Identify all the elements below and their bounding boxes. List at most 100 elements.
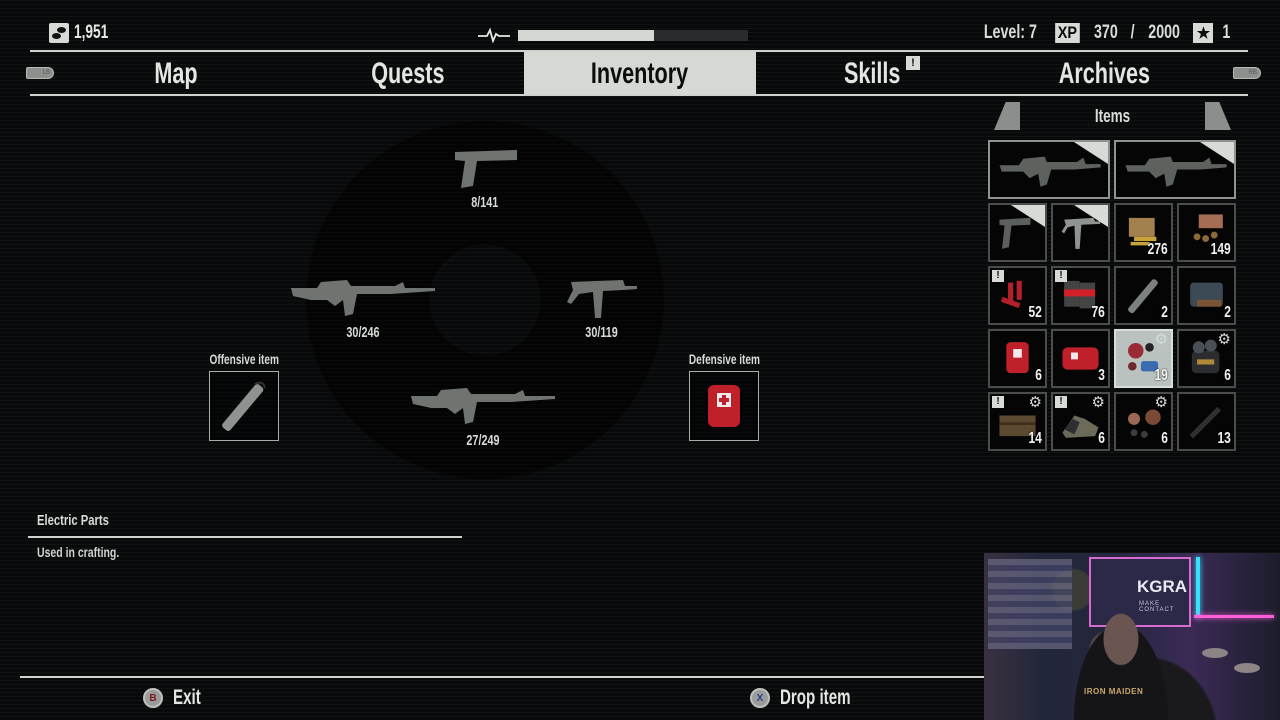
tab-skills[interactable]: Skills! bbox=[756, 52, 988, 95]
submachine-gun-icon bbox=[567, 280, 637, 318]
defensive-item-slot[interactable]: Defensive item bbox=[676, 351, 772, 441]
shirt-text: IRON MAIDEN bbox=[1084, 687, 1144, 696]
description-divider bbox=[28, 536, 462, 538]
player-stats: Level: 7 XP 370 / 2000 ★ 1 bbox=[975, 22, 1232, 44]
items-grid: 276 149! 52! 76 2 2 6 3 ⚙ 19 ⚙ 6! ⚙ 14! ⚙ 6 ⚙ 6 13 bbox=[988, 140, 1236, 451]
inventory-cell-pistol-ammo[interactable]: 149 bbox=[1177, 203, 1236, 262]
inventory-cell-rifle-ammo[interactable]: 276 bbox=[1114, 203, 1173, 262]
exit-label: Exit bbox=[173, 686, 201, 709]
inventory-cell-assault-rifle[interactable] bbox=[1114, 140, 1236, 199]
health-bar bbox=[518, 29, 748, 41]
weapon-slot-top[interactable]: 8/141 bbox=[440, 146, 530, 211]
items-title: Items bbox=[1094, 106, 1131, 126]
cymbal bbox=[1234, 663, 1260, 673]
star-icon: ★ bbox=[1193, 23, 1214, 43]
flag-backdrop bbox=[988, 559, 1072, 649]
inventory-cell-first-aid-kit[interactable]: 6 bbox=[988, 329, 1047, 388]
drop-item-button[interactable]: X Drop item bbox=[750, 686, 878, 710]
weapon-slot-bottom[interactable]: 27/249 bbox=[410, 384, 555, 449]
inventory-cell-pipe-bomb[interactable]: 2 bbox=[1114, 266, 1173, 325]
inventory-cell-shotgun-shells[interactable]: ! 52 bbox=[988, 266, 1047, 325]
assault-rifle-icon bbox=[994, 148, 1104, 191]
defensive-item-box[interactable] bbox=[689, 371, 759, 441]
neon-light bbox=[1194, 615, 1274, 618]
first-aid-kit-icon bbox=[708, 385, 740, 427]
skills-alert-badge: ! bbox=[906, 56, 920, 70]
inventory-cell-mechanical-parts[interactable]: ⚙ 6 bbox=[1177, 329, 1236, 388]
new-item-badge: ! bbox=[992, 270, 1004, 282]
item-quantity: 2 bbox=[1224, 304, 1231, 321]
inventory-cell-submachine-gun[interactable] bbox=[1051, 203, 1110, 262]
pistol-icon bbox=[994, 211, 1041, 254]
submachine-gun-icon bbox=[1057, 211, 1104, 254]
item-description-panel: Electric Parts Used in crafting. bbox=[28, 512, 462, 562]
ammo-count: 30/246 bbox=[345, 324, 380, 341]
item-quantity: 6 bbox=[1161, 430, 1168, 447]
item-quantity: 52 bbox=[1028, 304, 1042, 321]
first-aid-kit-icon bbox=[994, 337, 1041, 380]
offensive-item-label: Offensive item bbox=[209, 351, 279, 367]
inventory-cell-cloth[interactable]: ! ⚙ 6 bbox=[1051, 392, 1110, 451]
webcam-overlay: KGRA MAKE CONTACT IRON MAIDEN bbox=[984, 553, 1280, 720]
defensive-item-label: Defensive item bbox=[688, 351, 760, 367]
tab-map[interactable]: Map bbox=[60, 52, 292, 95]
poster-title: KGRA bbox=[1137, 577, 1188, 596]
new-item-badge: ! bbox=[992, 396, 1004, 408]
offensive-item-slot[interactable]: Offensive item bbox=[196, 351, 292, 441]
tabs-bottom-divider bbox=[30, 94, 1248, 96]
xp-icon: XP bbox=[1055, 23, 1081, 43]
item-quantity: 276 bbox=[1147, 241, 1168, 258]
new-item-badge: ! bbox=[1055, 396, 1067, 408]
medical-bag-icon bbox=[1057, 337, 1104, 380]
money-display: 1,951 bbox=[49, 22, 122, 44]
exit-button[interactable]: B Exit bbox=[143, 686, 212, 710]
inventory-cell-pistol[interactable] bbox=[988, 203, 1047, 262]
item-quantity: 149 bbox=[1210, 241, 1231, 258]
health-display bbox=[478, 27, 748, 43]
neon-light bbox=[1196, 557, 1200, 617]
offensive-item-box[interactable] bbox=[209, 371, 279, 441]
inventory-cell-blade[interactable]: 13 bbox=[1177, 392, 1236, 451]
skill-points: 1 bbox=[1222, 22, 1231, 43]
weapon-slot-right[interactable]: 30/119 bbox=[560, 276, 644, 341]
pipe-bomb-icon bbox=[222, 381, 266, 431]
drop-item-label: Drop item bbox=[780, 686, 851, 709]
assault-rifle-icon bbox=[1120, 148, 1230, 191]
gear-icon: ⚙ bbox=[1028, 394, 1042, 411]
inventory-cell-satchel-charge[interactable]: 2 bbox=[1177, 266, 1236, 325]
inventory-cell-assault-rifle[interactable] bbox=[988, 140, 1110, 199]
inventory-cell-smg-ammo[interactable]: ! 76 bbox=[1051, 266, 1110, 325]
tab-archives[interactable]: Archives bbox=[988, 52, 1220, 95]
gear-icon: ⚙ bbox=[1217, 331, 1231, 348]
item-quantity: 13 bbox=[1217, 430, 1231, 447]
weapon-slot-left[interactable]: 30/246 bbox=[290, 276, 435, 341]
gear-icon: ⚙ bbox=[1154, 394, 1168, 411]
xp-current: 370 bbox=[1094, 22, 1118, 43]
inventory-cell-wood-crate[interactable]: ! ⚙ 14 bbox=[988, 392, 1047, 451]
coins-icon bbox=[49, 23, 69, 43]
xp-max: 2000 bbox=[1148, 22, 1181, 43]
item-quantity: 2 bbox=[1161, 304, 1168, 321]
rb-bumper-icon[interactable]: RB bbox=[1233, 67, 1261, 79]
lb-bumper-icon[interactable]: LB bbox=[26, 67, 54, 79]
footer-divider bbox=[20, 676, 990, 678]
item-quantity: 19 bbox=[1154, 367, 1168, 384]
x-button-icon: X bbox=[750, 688, 770, 708]
item-name: Electric Parts bbox=[37, 512, 109, 529]
item-quantity: 76 bbox=[1091, 304, 1105, 321]
item-quantity: 6 bbox=[1098, 430, 1105, 447]
ammo-count: 27/249 bbox=[465, 432, 500, 449]
tab-quests[interactable]: Quests bbox=[292, 52, 524, 95]
new-item-badge: ! bbox=[1055, 270, 1067, 282]
inventory-cell-medical-bag[interactable]: 3 bbox=[1051, 329, 1110, 388]
xp-separator: / bbox=[1130, 22, 1135, 43]
inventory-cell-scrap-metal[interactable]: ⚙ 6 bbox=[1114, 392, 1173, 451]
tab-inventory[interactable]: Inventory bbox=[524, 52, 756, 95]
health-bar-fill bbox=[518, 29, 654, 41]
pistol-icon bbox=[455, 150, 517, 188]
main-tabs: Map Quests Inventory Skills! Archives bbox=[60, 52, 1220, 95]
inventory-cell-electric-parts[interactable]: ⚙ 19 bbox=[1114, 329, 1173, 388]
item-quantity: 3 bbox=[1098, 367, 1105, 384]
money-amount: 1,951 bbox=[74, 22, 109, 43]
assault-rifle-icon bbox=[290, 280, 435, 316]
